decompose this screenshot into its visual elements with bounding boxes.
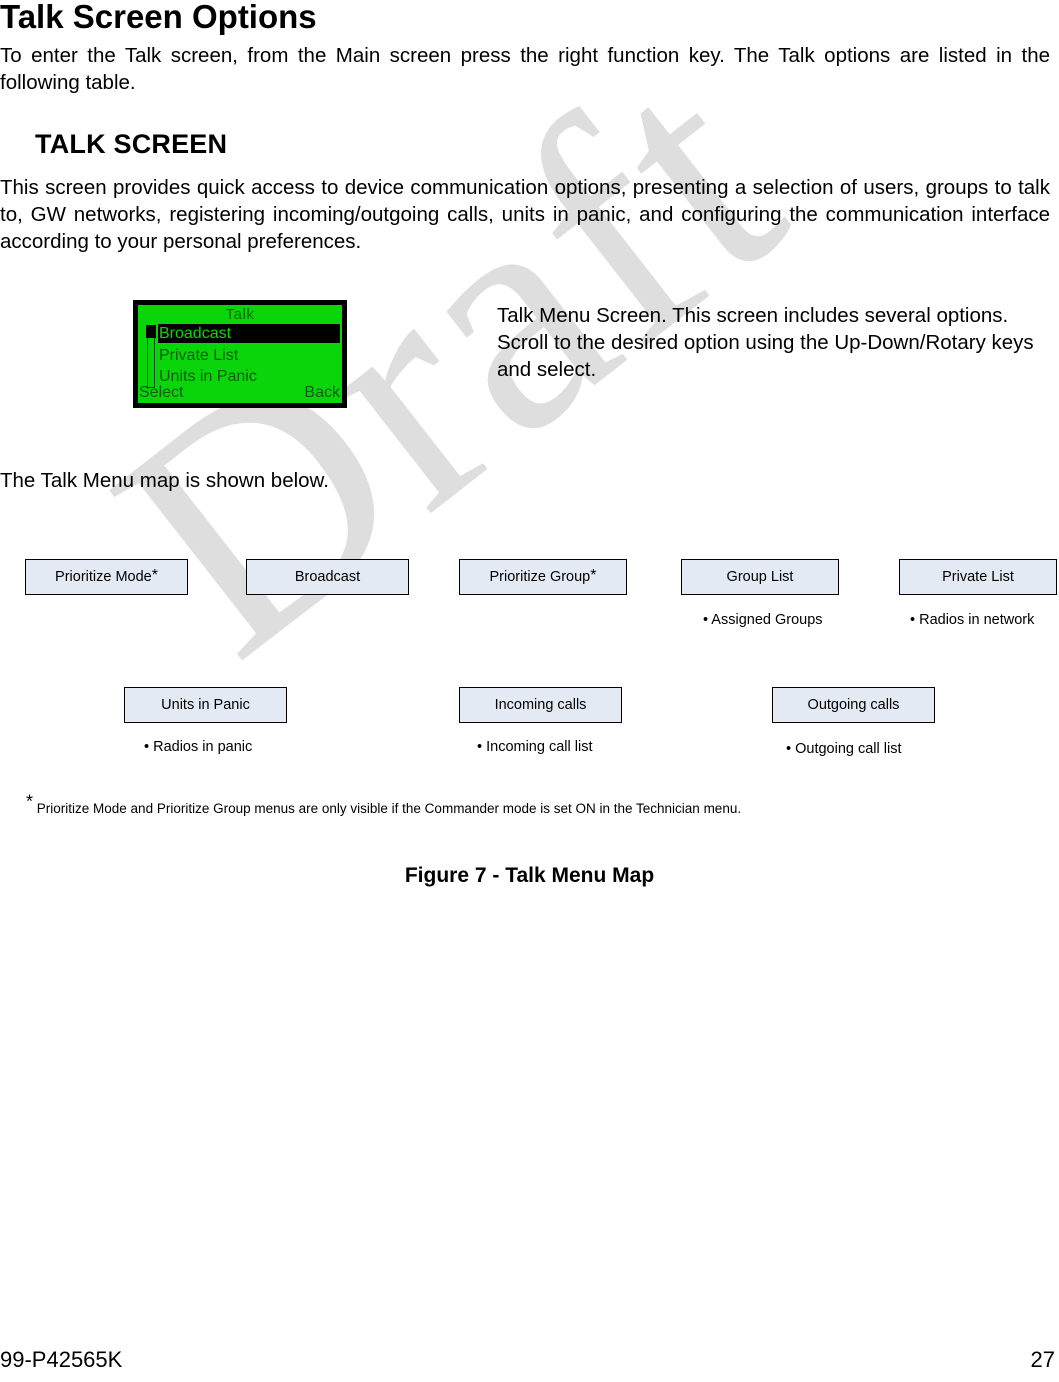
map-box-label: Broadcast (294, 568, 361, 585)
section-paragraph: This screen provides quick access to dev… (0, 176, 1050, 253)
lcd-menu-item-private-list: Private List (159, 347, 239, 364)
footnote-star: * (26, 791, 34, 812)
map-box-label: Prioritize Mode (55, 568, 152, 585)
map-intro-paragraph: The Talk Menu map is shown below. (0, 469, 329, 492)
intro-paragraph: To enter the Talk screen, from the Main … (0, 44, 1050, 94)
lcd-screen-inner: Talk Broadcast Private List Units in Pan… (138, 305, 342, 403)
section-heading-talk-screen: TALK SCREEN (35, 129, 228, 159)
lcd-scrollbar-thumb (146, 325, 156, 338)
map-box-outgoing-calls[interactable]: Outgoing calls (772, 687, 935, 723)
map-box-group-list[interactable]: Group List (681, 559, 839, 595)
lcd-screen-image: Talk Broadcast Private List Units in Pan… (133, 300, 347, 408)
footnote-body: Prioritize Mode and Prioritize Group men… (33, 801, 742, 816)
lcd-title: Talk (225, 306, 255, 323)
lcd-softkey-select: Select (139, 384, 184, 401)
map-box-broadcast[interactable]: Broadcast (246, 559, 409, 595)
map-box-prioritize-mode[interactable]: Prioritize Mode * (25, 559, 188, 595)
map-box-label: Prioritize Group (489, 568, 591, 585)
map-box-label: Outgoing calls (807, 696, 900, 713)
map-bullet-radios-in-panic: • Radios in panic (144, 739, 253, 755)
map-box-label: Incoming calls (494, 696, 587, 713)
map-box-units-in-panic[interactable]: Units in Panic (124, 687, 287, 723)
map-box-label: Private List (942, 568, 1014, 585)
map-box-incoming-calls[interactable]: Incoming calls (459, 687, 622, 723)
map-bullet-incoming-call-list: • Incoming call list (477, 739, 593, 755)
map-bullet-radios-in-network: • Radios in network (910, 612, 1035, 628)
figure-caption: Figure 7 - Talk Menu Map (404, 864, 655, 887)
map-bullet-outgoing-call-list: • Outgoing call list (786, 741, 902, 757)
lcd-softkey-bar: Select Back (138, 383, 342, 403)
map-box-label: Units in Panic (161, 696, 250, 713)
map-box-private-list[interactable]: Private List (899, 559, 1057, 595)
document-page: Talk Screen Options To enter the Talk sc… (0, 0, 1059, 1382)
footer-document-number: 99-P42565K (0, 1347, 123, 1372)
map-box-label: Group List (726, 568, 794, 585)
map-bullet-assigned-groups: • Assigned Groups (703, 612, 823, 628)
footer-page-number: 27 (1030, 1347, 1055, 1372)
lcd-menu-item-broadcast: Broadcast (158, 324, 340, 343)
lcd-softkey-back: Back (304, 384, 340, 401)
page-footer: 99-P42565K 27 (0, 1340, 1059, 1374)
lcd-caption: Talk Menu Screen. This screen includes s… (497, 304, 1034, 381)
page-title: Talk Screen Options (0, 0, 317, 35)
diagram-footnote: * Prioritize Mode and Prioritize Group m… (26, 793, 742, 818)
map-box-prioritize-group[interactable]: Prioritize Group * (459, 559, 627, 595)
